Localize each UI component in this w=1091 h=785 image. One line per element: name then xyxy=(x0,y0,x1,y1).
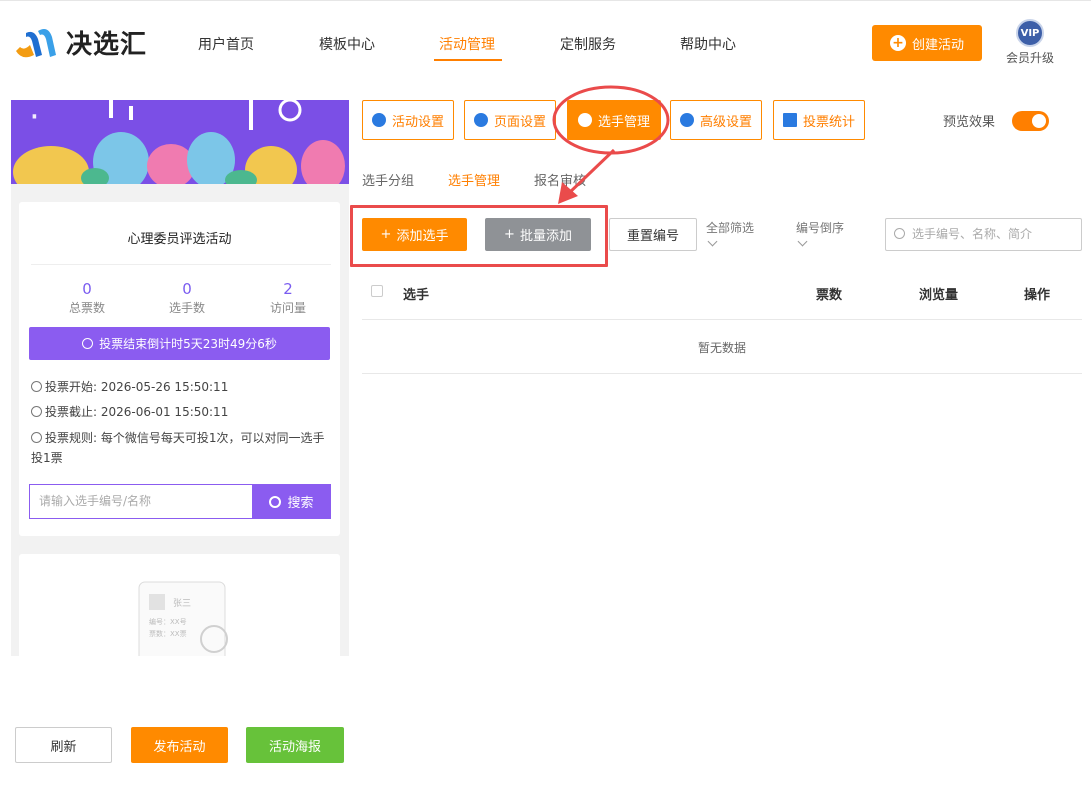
table-divider xyxy=(362,319,1082,320)
stat-contestants: 0 选手数 xyxy=(168,280,205,315)
nav-template-center[interactable]: 模板中心 xyxy=(319,34,375,54)
search-icon xyxy=(269,495,282,508)
nav-help-center[interactable]: 帮助中心 xyxy=(680,34,736,54)
annotation-highlight-box xyxy=(350,205,608,267)
subtab-contestant-groups[interactable]: 选手分组 xyxy=(362,170,414,189)
placeholder-number: 编号：XX号 xyxy=(149,617,187,626)
publish-activity-button[interactable]: 发布活动 xyxy=(131,727,228,763)
tab-activity-settings[interactable]: 活动设置 xyxy=(362,100,454,140)
info-icon xyxy=(31,432,42,443)
subtab-contestant-management[interactable]: 选手管理 xyxy=(448,170,500,189)
subtab-signup-review[interactable]: 报名审核 xyxy=(534,170,586,189)
tab-page-settings[interactable]: 页面设置 xyxy=(464,100,556,140)
logo-icon xyxy=(16,29,56,58)
placeholder-name: 张三 xyxy=(173,598,191,609)
contestant-filter-search-input[interactable]: 选手编号、名称、简介 xyxy=(885,218,1082,251)
stat-visits: 2 访问量 xyxy=(269,280,306,315)
column-votes: 票数 xyxy=(816,288,843,303)
tab-vote-statistics[interactable]: 投票统计 xyxy=(773,100,865,140)
create-activity-label: 创建活动 xyxy=(911,37,964,53)
banner-illustration: · xyxy=(11,100,349,184)
tab-advanced-settings[interactable]: 高级设置 xyxy=(670,100,762,140)
filter-dropdown[interactable]: 全部筛选 xyxy=(706,219,754,247)
stat-total-votes: 0 总票数 xyxy=(68,280,105,315)
reset-number-button[interactable]: 重置编号 xyxy=(609,218,697,251)
column-contestant: 选手 xyxy=(403,288,430,303)
contestant-placeholder-card: 张三 编号：XX号 票数：XX票 xyxy=(19,554,340,660)
column-views: 浏览量 xyxy=(919,288,959,303)
preview-tabbar: 介绍 投票 排行 报名 xyxy=(11,656,349,660)
chart-icon xyxy=(782,113,797,127)
clock-icon xyxy=(82,338,94,349)
chevron-down-icon xyxy=(707,236,718,247)
nav-active-indicator xyxy=(434,59,502,61)
brand-logo[interactable]: 决选汇 xyxy=(12,21,147,63)
column-actions: 操作 xyxy=(1024,288,1051,303)
preview-effect-toggle[interactable] xyxy=(1012,111,1049,131)
activity-card: 心理委员评选活动 0 总票数 0 选手数 2 访问量 投票结束倒计时5天23时4… xyxy=(19,202,340,536)
vip-upgrade[interactable]: VIP 会员升级 xyxy=(1004,19,1056,66)
preview-effect-label: 预览效果 xyxy=(943,115,996,130)
settings-icon xyxy=(679,113,694,127)
table-divider xyxy=(362,373,1082,374)
vote-end: 投票截止: 2026-06-01 15:50:11 xyxy=(31,403,228,420)
sort-dropdown[interactable]: 编号倒序 xyxy=(796,219,844,247)
select-all-checkbox[interactable] xyxy=(371,285,383,297)
activity-poster-button[interactable]: 活动海报 xyxy=(246,727,344,763)
gear-icon xyxy=(473,113,488,127)
activity-title: 心理委员评选活动 xyxy=(127,232,232,247)
clock-icon xyxy=(31,381,42,392)
star-icon xyxy=(371,113,386,127)
nav-activity-manage[interactable]: 活动管理 xyxy=(439,34,495,54)
vote-countdown: 投票结束倒计时5天23时49分6秒 xyxy=(29,327,330,360)
create-activity-button[interactable]: + 创建活动 xyxy=(872,25,982,61)
contestant-search: 请输入选手编号/名称 搜索 xyxy=(29,484,331,519)
vip-icon: VIP xyxy=(1016,19,1044,47)
placeholder-votes: 票数：XX票 xyxy=(149,629,187,638)
clock-icon xyxy=(31,406,42,417)
nav-custom-service[interactable]: 定制服务 xyxy=(560,34,616,54)
refresh-button[interactable]: 刷新 xyxy=(15,727,112,763)
plus-icon: + xyxy=(889,35,906,51)
svg-text:·: · xyxy=(29,100,40,137)
vote-start: 投票开始: 2026-05-26 15:50:11 xyxy=(31,378,228,395)
contestant-search-input[interactable]: 请输入选手编号/名称 xyxy=(29,484,252,519)
tab-contestant-management[interactable]: 选手管理 xyxy=(567,100,661,140)
brand-name: 决选汇 xyxy=(66,29,148,60)
countdown-text: 投票结束倒计时5天23时49分6秒 xyxy=(99,337,277,351)
mobile-preview: · 心理委员评选活动 0 总票数 0 选手数 2 访问量 投票结束倒计时5天23… xyxy=(11,100,349,660)
preview-banner: · xyxy=(11,100,349,184)
search-button[interactable]: 搜索 xyxy=(252,484,331,519)
chevron-down-icon xyxy=(797,236,808,247)
search-icon xyxy=(894,228,905,239)
contestant-placeholder-illustration: 张三 编号：XX号 票数：XX票 xyxy=(138,581,228,660)
vip-label: 会员升级 xyxy=(1005,51,1054,65)
users-icon xyxy=(577,113,592,127)
vote-rule: 投票规则: 每个微信号每天可投1次，可以对同一选手投1票 xyxy=(31,431,325,465)
divider xyxy=(31,264,331,265)
nav-user-home[interactable]: 用户首页 xyxy=(198,34,254,54)
top-header: 决选汇 用户首页 模板中心 活动管理 定制服务 帮助中心 + 创建活动 VIP … xyxy=(0,0,1091,84)
empty-state: 暂无数据 xyxy=(697,341,746,355)
